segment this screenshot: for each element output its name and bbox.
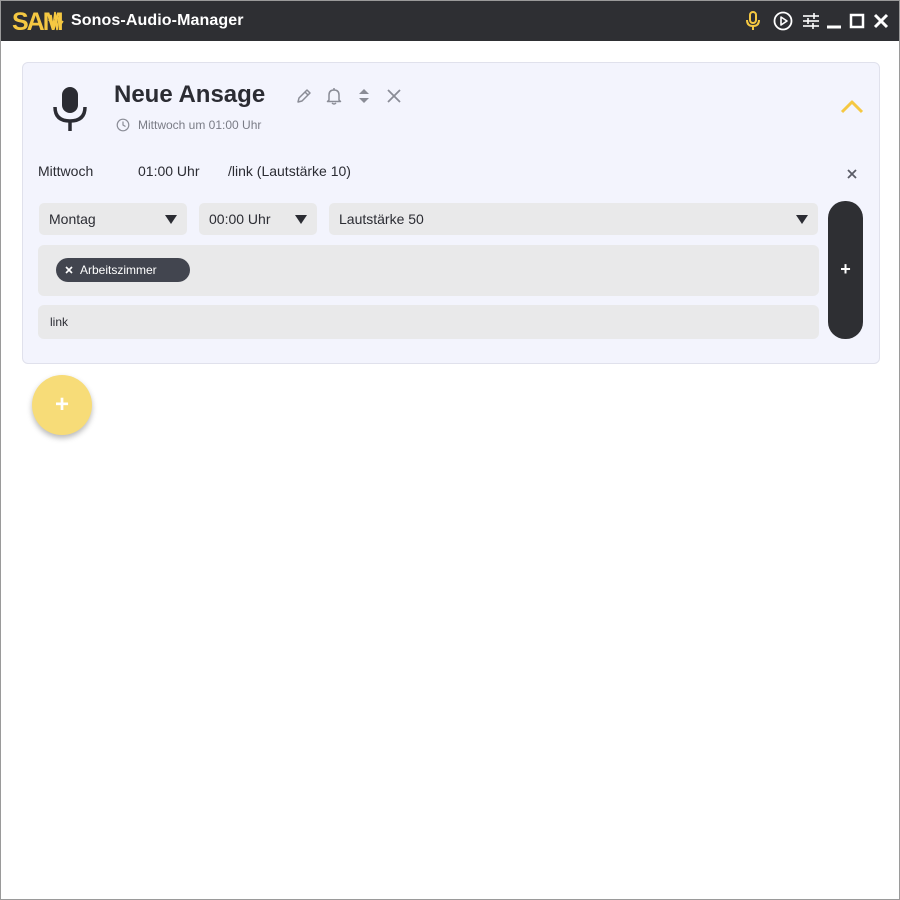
app-title: Sonos-Audio-Manager bbox=[71, 12, 244, 29]
minimize-icon[interactable] bbox=[823, 10, 845, 32]
bell-icon[interactable] bbox=[324, 86, 344, 106]
play-circle-icon[interactable] bbox=[772, 10, 794, 32]
volume-select[interactable]: Lautstärke 50 bbox=[329, 203, 818, 235]
announcement-title: Neue Ansage bbox=[114, 81, 266, 108]
dropdown-arrow-icon bbox=[165, 215, 177, 224]
entry-action: /link (Lautstärke 10) bbox=[228, 163, 351, 179]
microphone-icon[interactable] bbox=[742, 10, 764, 32]
room-select[interactable]: Arbeitszimmer bbox=[38, 245, 819, 296]
microphone-icon bbox=[53, 87, 87, 131]
entry-day: Mittwoch bbox=[38, 163, 94, 179]
dropdown-arrow-icon bbox=[796, 215, 808, 224]
reorder-icon[interactable] bbox=[354, 86, 374, 106]
clock-icon bbox=[116, 118, 130, 132]
add-announcement-label: + bbox=[54, 391, 69, 418]
schedule-summary-text: Mittwoch um 01:00 Uhr bbox=[138, 118, 262, 132]
remove-room-icon[interactable] bbox=[64, 265, 74, 275]
schedule-summary: Mittwoch um 01:00 Uhr bbox=[116, 117, 261, 133]
add-entry-label: + bbox=[840, 259, 851, 279]
maximize-icon[interactable] bbox=[846, 10, 868, 32]
day-select[interactable]: Montag bbox=[39, 203, 187, 235]
sliders-icon[interactable] bbox=[800, 10, 822, 32]
add-announcement-button[interactable]: + bbox=[32, 375, 92, 435]
time-select-value: 00:00 Uhr bbox=[209, 211, 271, 227]
link-input[interactable]: link bbox=[38, 305, 819, 339]
close-icon[interactable] bbox=[870, 10, 892, 32]
room-chip-label: Arbeitszimmer bbox=[80, 263, 157, 277]
room-chip: Arbeitszimmer bbox=[56, 258, 190, 282]
title-bar: SAM Sonos-Audio-Manager bbox=[1, 1, 899, 41]
time-select[interactable]: 00:00 Uhr bbox=[199, 203, 317, 235]
edit-icon[interactable] bbox=[294, 86, 314, 106]
announcement-card: Neue Ansage Mittwoch um 01:00 Uhr Mittwo… bbox=[22, 62, 880, 364]
day-select-value: Montag bbox=[49, 211, 96, 227]
remove-entry-icon[interactable] bbox=[845, 167, 859, 181]
dropdown-arrow-icon bbox=[295, 215, 307, 224]
volume-select-value: Lautstärke 50 bbox=[339, 211, 424, 227]
add-entry-button[interactable]: + bbox=[828, 201, 863, 339]
link-input-value: link bbox=[50, 315, 69, 329]
delete-icon[interactable] bbox=[384, 86, 404, 106]
app-window: SAM Sonos-Audio-Manager Neue Ansage Mitt… bbox=[0, 0, 900, 900]
chevron-up-icon[interactable] bbox=[839, 98, 865, 116]
entry-time: 01:00 Uhr bbox=[138, 163, 200, 179]
sam-logo: SAM bbox=[12, 8, 64, 35]
